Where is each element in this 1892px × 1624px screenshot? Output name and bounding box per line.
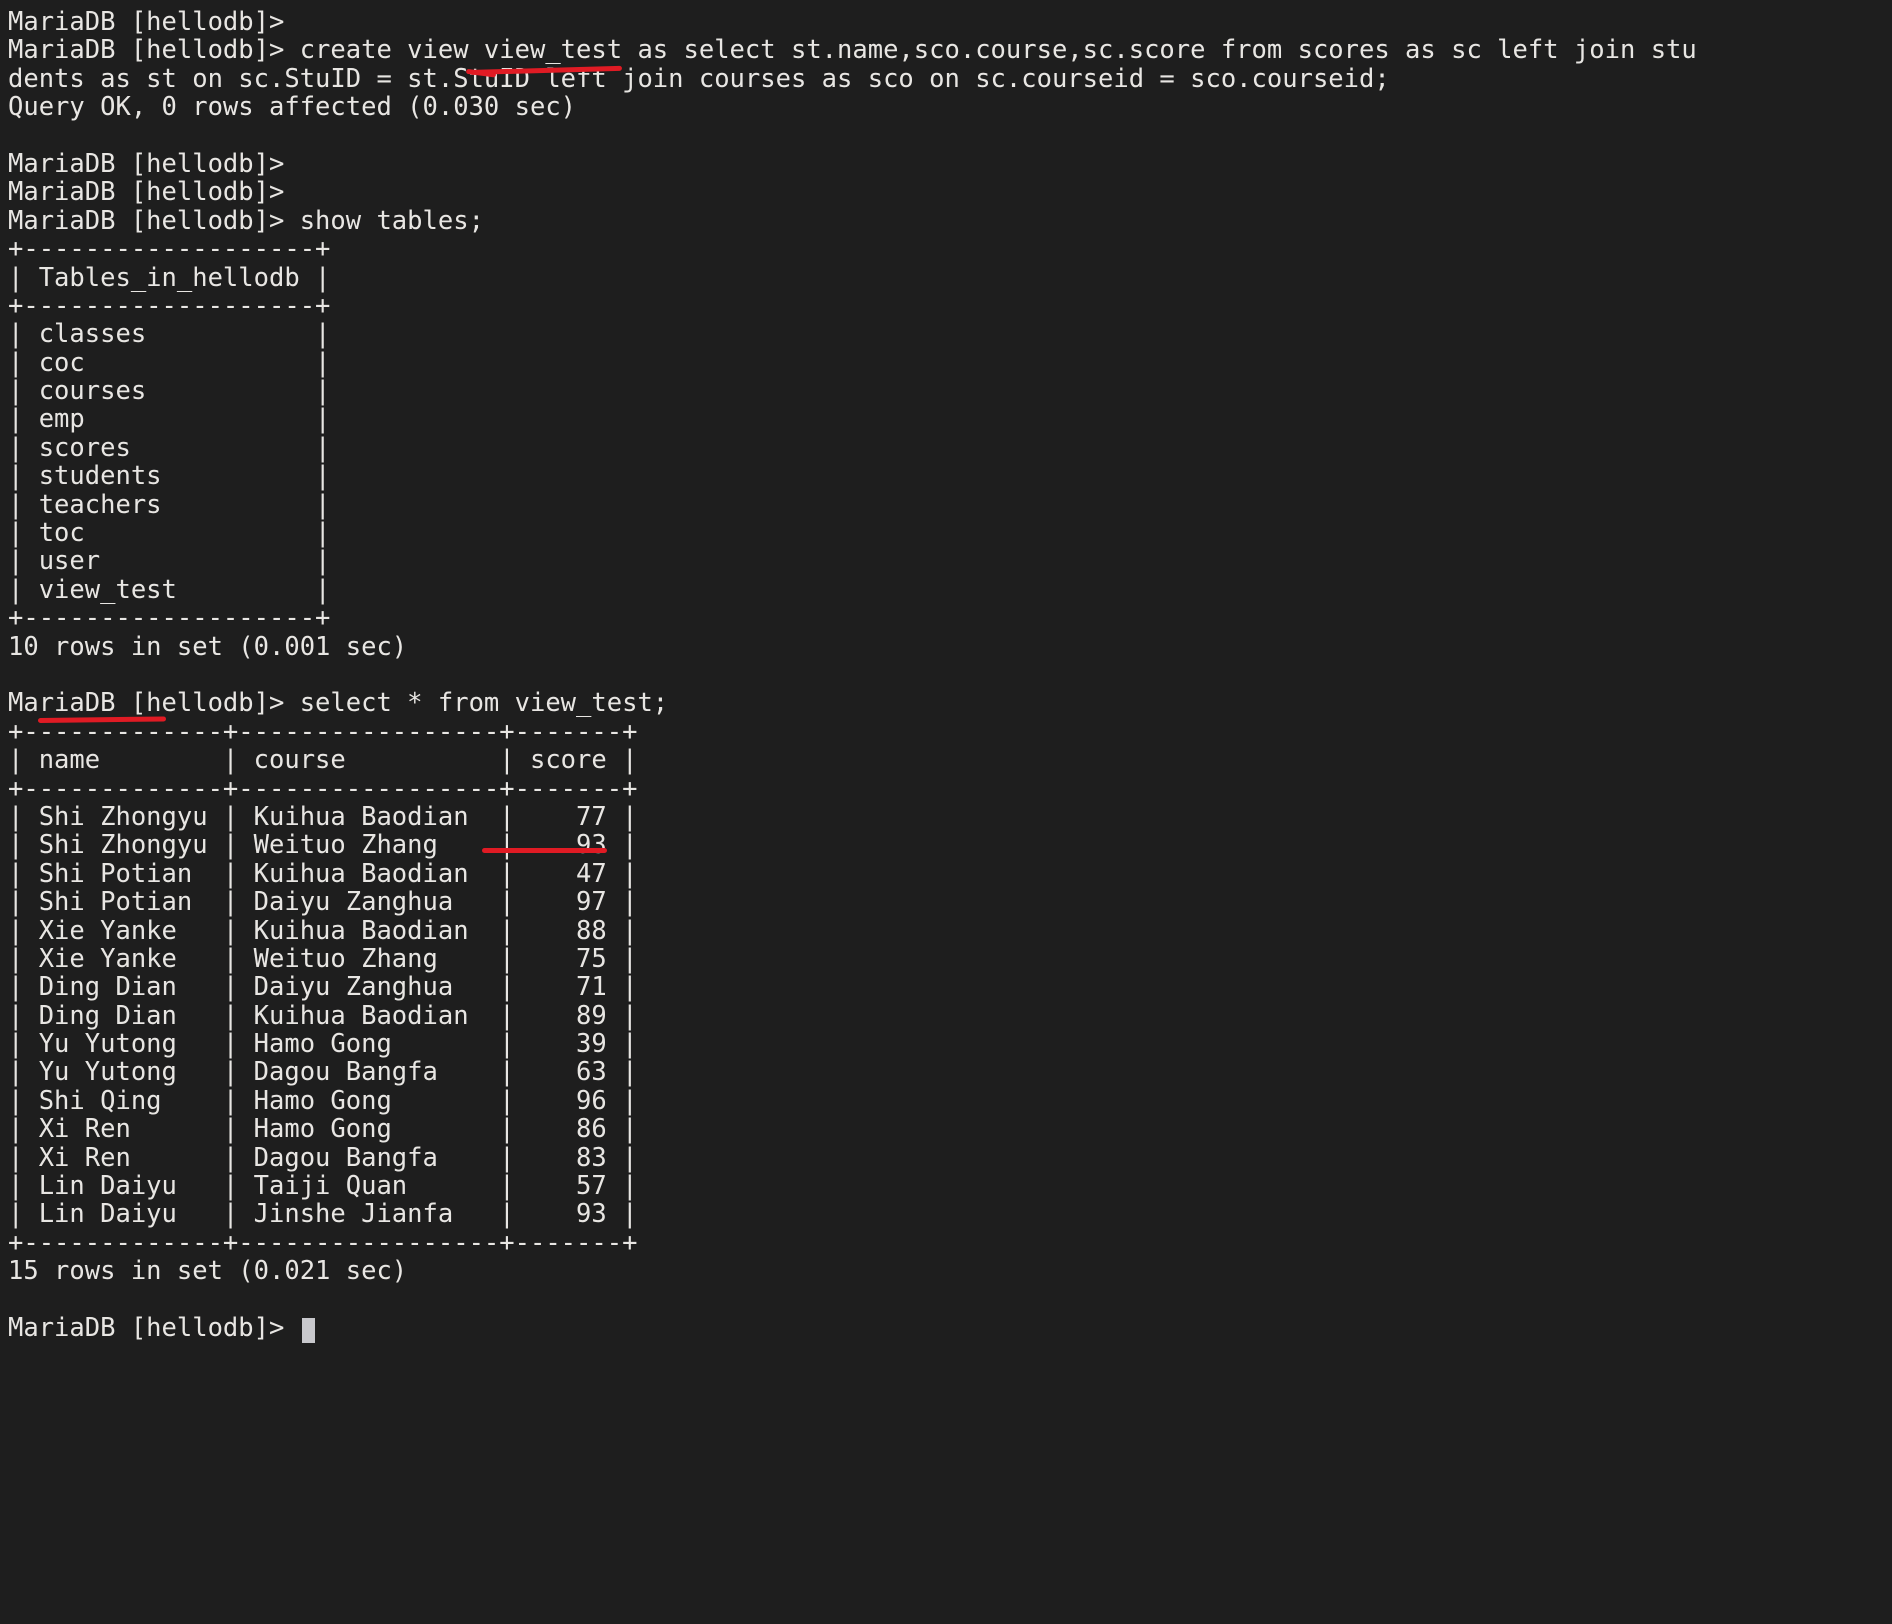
terminal-line: | user | bbox=[8, 547, 1892, 575]
table-row: | Shi Potian | Daiyu Zanghua | 97 | bbox=[8, 888, 1892, 916]
command-prompt-line[interactable]: MariaDB [hellodb]> bbox=[8, 1314, 1892, 1342]
terminal-line: MariaDB [hellodb]> bbox=[8, 8, 1892, 36]
terminal-line: MariaDB [hellodb]> create view view_test… bbox=[8, 36, 1892, 64]
terminal-line: | toc | bbox=[8, 519, 1892, 547]
table-row: | Xie Yanke | Kuihua Baodian | 88 | bbox=[8, 917, 1892, 945]
terminal-line bbox=[8, 661, 1892, 689]
terminal-line: Query OK, 0 rows affected (0.030 sec) bbox=[8, 93, 1892, 121]
table-row: | Shi Zhongyu | Weituo Zhang | 93 | bbox=[8, 831, 1892, 859]
terminal-line: MariaDB [hellodb]> show tables; bbox=[8, 207, 1892, 235]
terminal-line: +-------------+-----------------+-------… bbox=[8, 1229, 1892, 1257]
terminal-line: | name | course | score | bbox=[8, 746, 1892, 774]
terminal-line: | emp | bbox=[8, 405, 1892, 433]
terminal-line: | classes | bbox=[8, 320, 1892, 348]
terminal-screen[interactable]: MariaDB [hellodb]> MariaDB [hellodb]> cr… bbox=[0, 0, 1892, 1624]
table-row: | Lin Daiyu | Jinshe Jianfa | 93 | bbox=[8, 1200, 1892, 1228]
terminal-line: | courses | bbox=[8, 377, 1892, 405]
terminal-line: +-------------+-----------------+-------… bbox=[8, 718, 1892, 746]
table-row: | Yu Yutong | Hamo Gong | 39 | bbox=[8, 1030, 1892, 1058]
table-row: | Xi Ren | Dagou Bangfa | 83 | bbox=[8, 1144, 1892, 1172]
table-row: | Ding Dian | Kuihua Baodian | 89 | bbox=[8, 1002, 1892, 1030]
table-row: | Shi Potian | Kuihua Baodian | 47 | bbox=[8, 860, 1892, 888]
terminal-line: MariaDB [hellodb]> bbox=[8, 150, 1892, 178]
table-row: | Ding Dian | Daiyu Zanghua | 71 | bbox=[8, 973, 1892, 1001]
terminal-line: | view_test | bbox=[8, 576, 1892, 604]
prompt-label: MariaDB [hellodb]> bbox=[8, 1313, 300, 1343]
text-cursor bbox=[302, 1318, 315, 1343]
terminal-line: MariaDB [hellodb]> bbox=[8, 178, 1892, 206]
terminal-line: +-------------------+ bbox=[8, 292, 1892, 320]
terminal-line bbox=[8, 122, 1892, 150]
terminal-line bbox=[8, 1286, 1892, 1314]
table-row: | Shi Qing | Hamo Gong | 96 | bbox=[8, 1087, 1892, 1115]
terminal-line: +-------------+-----------------+-------… bbox=[8, 775, 1892, 803]
table-row: | Yu Yutong | Dagou Bangfa | 63 | bbox=[8, 1058, 1892, 1086]
table-row: | Lin Daiyu | Taiji Quan | 57 | bbox=[8, 1172, 1892, 1200]
terminal-line: | teachers | bbox=[8, 491, 1892, 519]
terminal-line: | students | bbox=[8, 462, 1892, 490]
terminal-line: +-------------------+ bbox=[8, 235, 1892, 263]
terminal-line: | scores | bbox=[8, 434, 1892, 462]
terminal-line: +-------------------+ bbox=[8, 604, 1892, 632]
terminal-line: | coc | bbox=[8, 349, 1892, 377]
terminal-line: | Tables_in_hellodb | bbox=[8, 264, 1892, 292]
table-row: | Xie Yanke | Weituo Zhang | 75 | bbox=[8, 945, 1892, 973]
terminal-line: MariaDB [hellodb]> select * from view_te… bbox=[8, 689, 1892, 717]
table-row: | Xi Ren | Hamo Gong | 86 | bbox=[8, 1115, 1892, 1143]
table-row: | Shi Zhongyu | Kuihua Baodian | 77 | bbox=[8, 803, 1892, 831]
terminal-line: dents as st on sc.StuID = st.StuID left … bbox=[8, 65, 1892, 93]
terminal-line: 15 rows in set (0.021 sec) bbox=[8, 1257, 1892, 1285]
terminal-line: 10 rows in set (0.001 sec) bbox=[8, 633, 1892, 661]
